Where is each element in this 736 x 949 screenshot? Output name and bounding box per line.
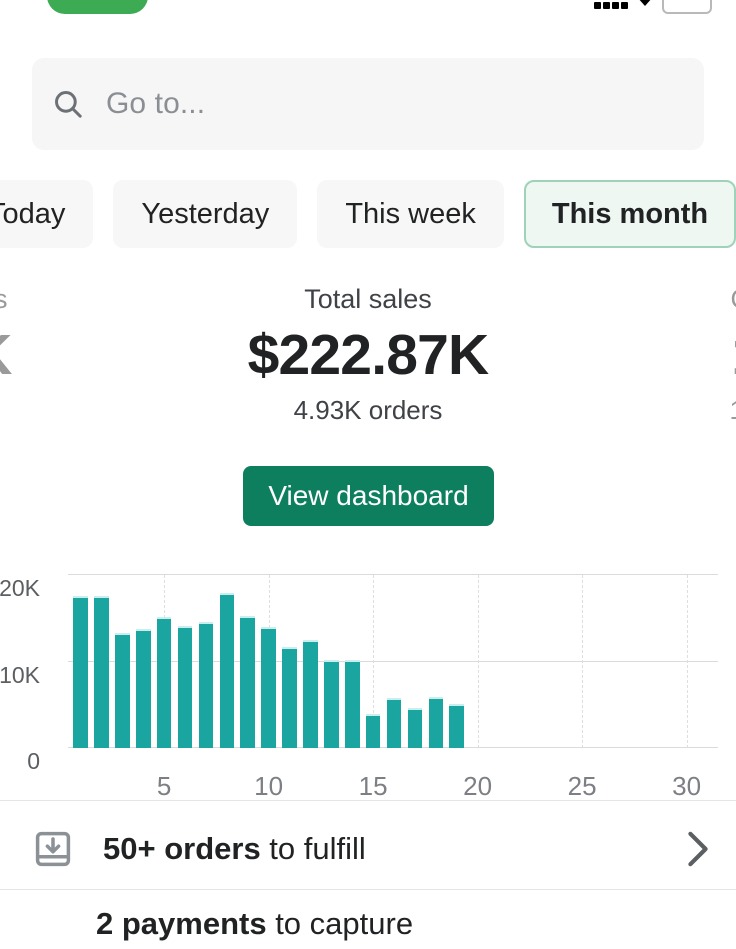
tab-this-week-label: This week — [345, 198, 476, 231]
x-axis-tick-label: 30 — [672, 771, 701, 802]
battery-icon — [662, 0, 712, 14]
list-item-payments-to-capture[interactable]: 2 payments to capture — [0, 899, 736, 949]
chart-bar[interactable] — [73, 598, 88, 749]
chart-bar[interactable] — [94, 598, 109, 749]
list-item-label: 50+ orders to fulfill — [103, 831, 366, 867]
metric-subtext: itors — [0, 394, 126, 426]
list-item-rest: to capture — [267, 906, 413, 941]
x-axis-tick-label: 15 — [359, 771, 388, 802]
chart-bar[interactable] — [303, 642, 318, 748]
view-dashboard-button[interactable]: View dashboard — [243, 466, 494, 526]
tab-this-week[interactable]: This week — [317, 180, 504, 248]
chart-bar[interactable] — [449, 706, 464, 748]
x-axis-tick-label: 20 — [463, 771, 492, 802]
orders-inbox-icon — [32, 828, 74, 870]
chart-bar[interactable] — [387, 700, 402, 748]
chart-bar[interactable] — [240, 618, 255, 748]
x-axis-tick-label: 10 — [254, 771, 283, 802]
list-item-orders-to-fulfill[interactable]: 50+ orders to fulfill — [0, 810, 736, 888]
search-icon — [51, 87, 85, 121]
x-gridline — [687, 575, 689, 748]
chart-bar[interactable] — [157, 619, 172, 748]
chart-plot-area: 010K20K51015202530 — [68, 575, 718, 748]
chart-bar[interactable] — [282, 649, 297, 748]
chart-bar[interactable] — [408, 710, 423, 748]
metric-value: $222.87K — [218, 316, 518, 394]
metrics-carousel: sions 6K itors Total sales $222.87K 4.93… — [0, 282, 736, 452]
chart-bar[interactable] — [220, 595, 235, 748]
metric-card-sessions[interactable]: sions 6K itors — [0, 282, 126, 426]
date-range-tabs: Today Yesterday This week This month — [0, 180, 736, 248]
metric-label: sions — [0, 282, 126, 316]
metric-label: Onlin — [612, 282, 736, 316]
metric-value: 6K — [0, 316, 126, 394]
search-bar[interactable]: Go to... — [32, 58, 704, 150]
x-gridline — [478, 575, 480, 748]
list-item-strong: 2 payments — [96, 906, 267, 941]
chart-bar[interactable] — [324, 662, 339, 749]
divider — [0, 889, 736, 890]
status-pill — [47, 0, 148, 14]
chart-bar[interactable] — [136, 631, 151, 748]
chevron-right-icon[interactable] — [686, 830, 710, 868]
list-item-rest: to fulfill — [261, 831, 366, 866]
x-axis-tick-label: 5 — [157, 771, 171, 802]
x-gridline — [582, 575, 584, 748]
sales-bar-chart[interactable]: 010K20K51015202530 — [0, 555, 736, 790]
metric-subtext: 4.93K orders — [218, 394, 518, 426]
chart-bar[interactable] — [178, 628, 193, 748]
metric-subtext: 173.6 — [612, 394, 736, 426]
tab-yesterday[interactable]: Yesterday — [113, 180, 297, 248]
divider — [0, 800, 736, 801]
metric-card-online-store[interactable]: Onlin 18 173.6 — [612, 282, 736, 426]
chart-bar[interactable] — [261, 629, 276, 748]
tab-this-month-label: This month — [552, 198, 708, 231]
signal-dots-icon — [594, 0, 628, 9]
tab-this-month[interactable]: This month — [524, 180, 736, 248]
list-item-strong: 50+ orders — [103, 831, 261, 866]
chart-bar[interactable] — [115, 635, 130, 748]
metric-label: Total sales — [218, 282, 518, 316]
metric-value: 18 — [612, 316, 736, 394]
chart-bar[interactable] — [429, 699, 444, 748]
chart-bar[interactable] — [199, 624, 214, 748]
x-axis-tick-label: 25 — [568, 771, 597, 802]
search-input[interactable]: Go to... — [106, 87, 205, 121]
metric-card-total-sales[interactable]: Total sales $222.87K 4.93K orders — [218, 282, 518, 426]
chevron-down-icon — [637, 0, 653, 6]
list-item-label: 2 payments to capture — [96, 906, 413, 942]
tab-yesterday-label: Yesterday — [141, 198, 269, 231]
chart-bar[interactable] — [366, 716, 381, 748]
tab-today[interactable]: Today — [0, 180, 93, 248]
status-indicators — [594, 0, 712, 14]
tab-today-label: Today — [0, 198, 65, 231]
chart-bar[interactable] — [345, 662, 360, 748]
status-bar — [0, 0, 736, 16]
